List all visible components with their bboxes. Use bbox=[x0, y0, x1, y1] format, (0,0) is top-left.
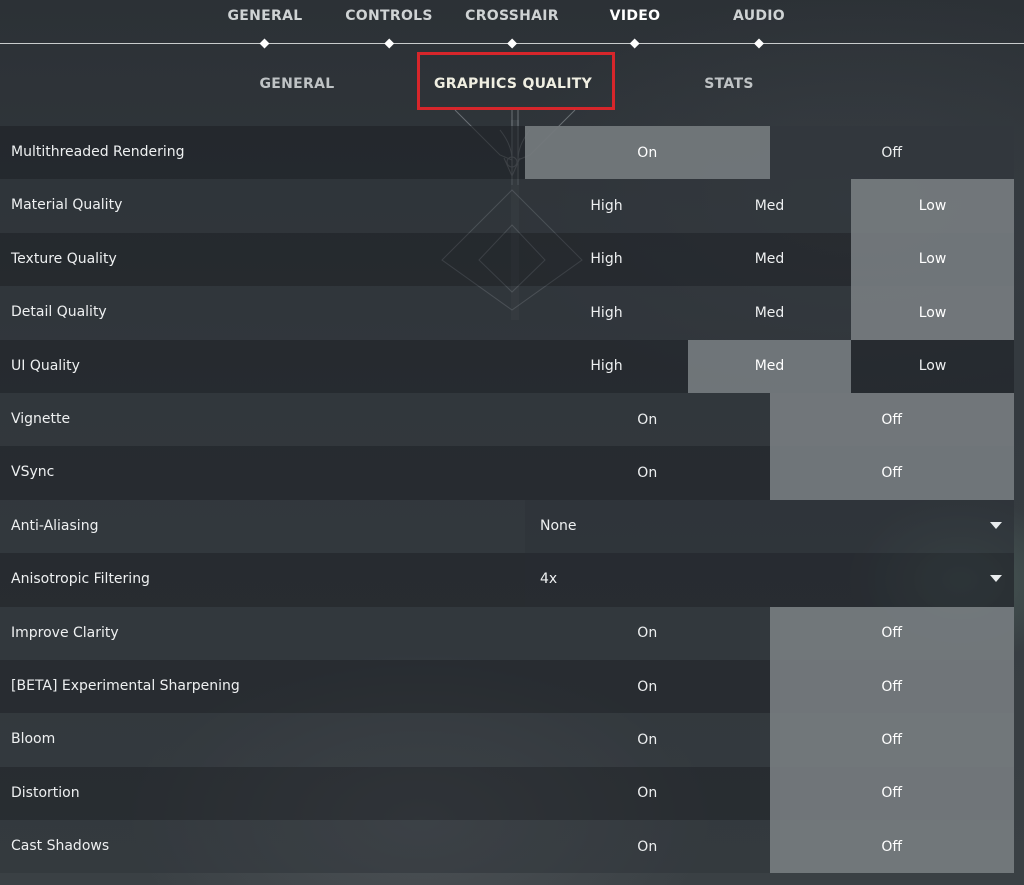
chevron-down-icon[interactable] bbox=[990, 521, 1002, 529]
setting-row-distortion: Distortion On Off bbox=[0, 766, 1014, 821]
cast-shadows-toggle: On Off bbox=[525, 820, 1014, 874]
option-on[interactable]: On bbox=[525, 446, 770, 499]
tab-label: CONTROLS bbox=[345, 8, 433, 24]
setting-label: UI Quality bbox=[11, 357, 80, 374]
setting-row-vignette: Vignette On Off bbox=[0, 392, 1014, 447]
option-on[interactable]: On bbox=[525, 660, 770, 713]
settings-list: Multithreaded Rendering On Off Material … bbox=[0, 126, 1024, 874]
texture-quality-toggle: High Med Low bbox=[525, 232, 1014, 287]
setting-label: Multithreaded Rendering bbox=[11, 144, 185, 160]
setting-label: Anti-Aliasing bbox=[11, 517, 99, 534]
bloom-toggle: On Off bbox=[525, 713, 1014, 767]
setting-label: Material Quality bbox=[11, 197, 123, 214]
option-off[interactable]: Off bbox=[769, 126, 1014, 180]
setting-row-multithreaded-rendering: Multithreaded Rendering On Off bbox=[0, 126, 1014, 180]
option-on[interactable]: On bbox=[525, 820, 770, 873]
experimental-sharpening-toggle: On Off bbox=[525, 659, 1014, 714]
option-off[interactable]: Off bbox=[769, 766, 1014, 821]
option-off[interactable]: Off bbox=[769, 820, 1014, 874]
setting-label: Vignette bbox=[11, 410, 71, 427]
setting-label: VSync bbox=[11, 464, 55, 481]
diamond-marker-icon bbox=[384, 38, 394, 49]
option-off[interactable]: Off bbox=[769, 713, 1014, 767]
diamond-marker-icon bbox=[260, 38, 270, 49]
setting-label: Improve Clarity bbox=[11, 624, 119, 641]
setting-row-vsync: VSync On Off bbox=[0, 446, 1014, 500]
option-high[interactable]: High bbox=[525, 340, 688, 393]
setting-row-bloom: Bloom On Off bbox=[0, 713, 1014, 767]
tab-controls[interactable]: CONTROLS bbox=[345, 8, 433, 49]
option-low[interactable]: Low bbox=[851, 286, 1014, 340]
setting-label: Texture Quality bbox=[11, 250, 117, 267]
vsync-toggle: On Off bbox=[525, 446, 1014, 500]
tab-label: VIDEO bbox=[609, 8, 661, 24]
material-quality-toggle: High Med Low bbox=[525, 179, 1014, 233]
option-on[interactable]: On bbox=[525, 713, 770, 766]
improve-clarity-toggle: On Off bbox=[525, 606, 1014, 660]
diamond-marker-icon bbox=[630, 38, 640, 49]
chevron-down-icon[interactable] bbox=[990, 575, 1002, 583]
option-med[interactable]: Med bbox=[688, 339, 851, 393]
highlight-box bbox=[417, 52, 615, 110]
option-low[interactable]: Low bbox=[851, 232, 1014, 287]
setting-row-texture-quality: Texture Quality High Med Low bbox=[0, 232, 1014, 287]
top-nav: GENERAL CONTROLS CROSSHAIR VIDEO AUDIO bbox=[0, 0, 1024, 60]
setting-row-ui-quality: UI Quality High Med Low bbox=[0, 339, 1014, 393]
option-high[interactable]: High bbox=[525, 286, 688, 339]
option-off[interactable]: Off bbox=[769, 659, 1014, 714]
vignette-toggle: On Off bbox=[525, 392, 1014, 447]
dropdown-value: None bbox=[540, 517, 577, 534]
setting-row-anisotropic-filtering: Anisotropic Filtering 4x bbox=[0, 553, 1014, 607]
option-on[interactable]: On bbox=[525, 767, 770, 820]
option-med[interactable]: Med bbox=[688, 179, 851, 232]
option-low[interactable]: Low bbox=[851, 340, 1014, 393]
setting-label: Anisotropic Filtering bbox=[11, 571, 150, 588]
option-on[interactable]: On bbox=[525, 126, 770, 180]
tab-video[interactable]: VIDEO bbox=[609, 8, 661, 49]
setting-label: Bloom bbox=[11, 731, 56, 748]
option-low[interactable]: Low bbox=[851, 179, 1014, 233]
option-off[interactable]: Off bbox=[769, 446, 1014, 500]
option-on[interactable]: On bbox=[525, 393, 770, 446]
anti-aliasing-dropdown[interactable]: None bbox=[525, 499, 1014, 554]
option-off[interactable]: Off bbox=[769, 392, 1014, 447]
setting-label: Detail Quality bbox=[11, 304, 107, 321]
subtab-general[interactable]: GENERAL bbox=[260, 76, 335, 92]
subtab-stats[interactable]: STATS bbox=[704, 76, 753, 92]
distortion-toggle: On Off bbox=[525, 766, 1014, 821]
setting-row-improve-clarity: Improve Clarity On Off bbox=[0, 606, 1014, 660]
setting-row-anti-aliasing: Anti-Aliasing None bbox=[0, 499, 1014, 554]
detail-quality-toggle: High Med Low bbox=[525, 286, 1014, 340]
dropdown-value: 4x bbox=[540, 571, 558, 588]
setting-label: Distortion bbox=[11, 784, 80, 801]
option-high[interactable]: High bbox=[525, 233, 688, 286]
setting-row-experimental-sharpening: [BETA] Experimental Sharpening On Off bbox=[0, 659, 1014, 714]
setting-row-material-quality: Material Quality High Med Low bbox=[0, 179, 1014, 233]
anisotropic-filtering-dropdown[interactable]: 4x bbox=[525, 553, 1014, 607]
ui-quality-toggle: High Med Low bbox=[525, 339, 1014, 393]
tab-label: CROSSHAIR bbox=[465, 8, 559, 24]
tab-label: GENERAL bbox=[227, 8, 303, 24]
option-off[interactable]: Off bbox=[769, 606, 1014, 660]
tab-audio[interactable]: AUDIO bbox=[732, 8, 786, 49]
setting-row-cast-shadows: Cast Shadows On Off bbox=[0, 820, 1014, 874]
option-med[interactable]: Med bbox=[688, 286, 851, 339]
multithreaded-rendering-toggle: On Off bbox=[525, 126, 1014, 180]
tab-label: AUDIO bbox=[732, 8, 786, 24]
tab-general[interactable]: GENERAL bbox=[227, 8, 303, 49]
option-high[interactable]: High bbox=[525, 179, 688, 232]
diamond-marker-icon bbox=[754, 38, 764, 49]
setting-label: [BETA] Experimental Sharpening bbox=[11, 677, 240, 694]
setting-row-detail-quality: Detail Quality High Med Low bbox=[0, 286, 1014, 340]
tab-crosshair[interactable]: CROSSHAIR bbox=[465, 8, 559, 49]
option-on[interactable]: On bbox=[525, 607, 770, 660]
diamond-marker-icon bbox=[507, 38, 517, 49]
setting-label: Cast Shadows bbox=[11, 838, 110, 855]
option-med[interactable]: Med bbox=[688, 233, 851, 286]
